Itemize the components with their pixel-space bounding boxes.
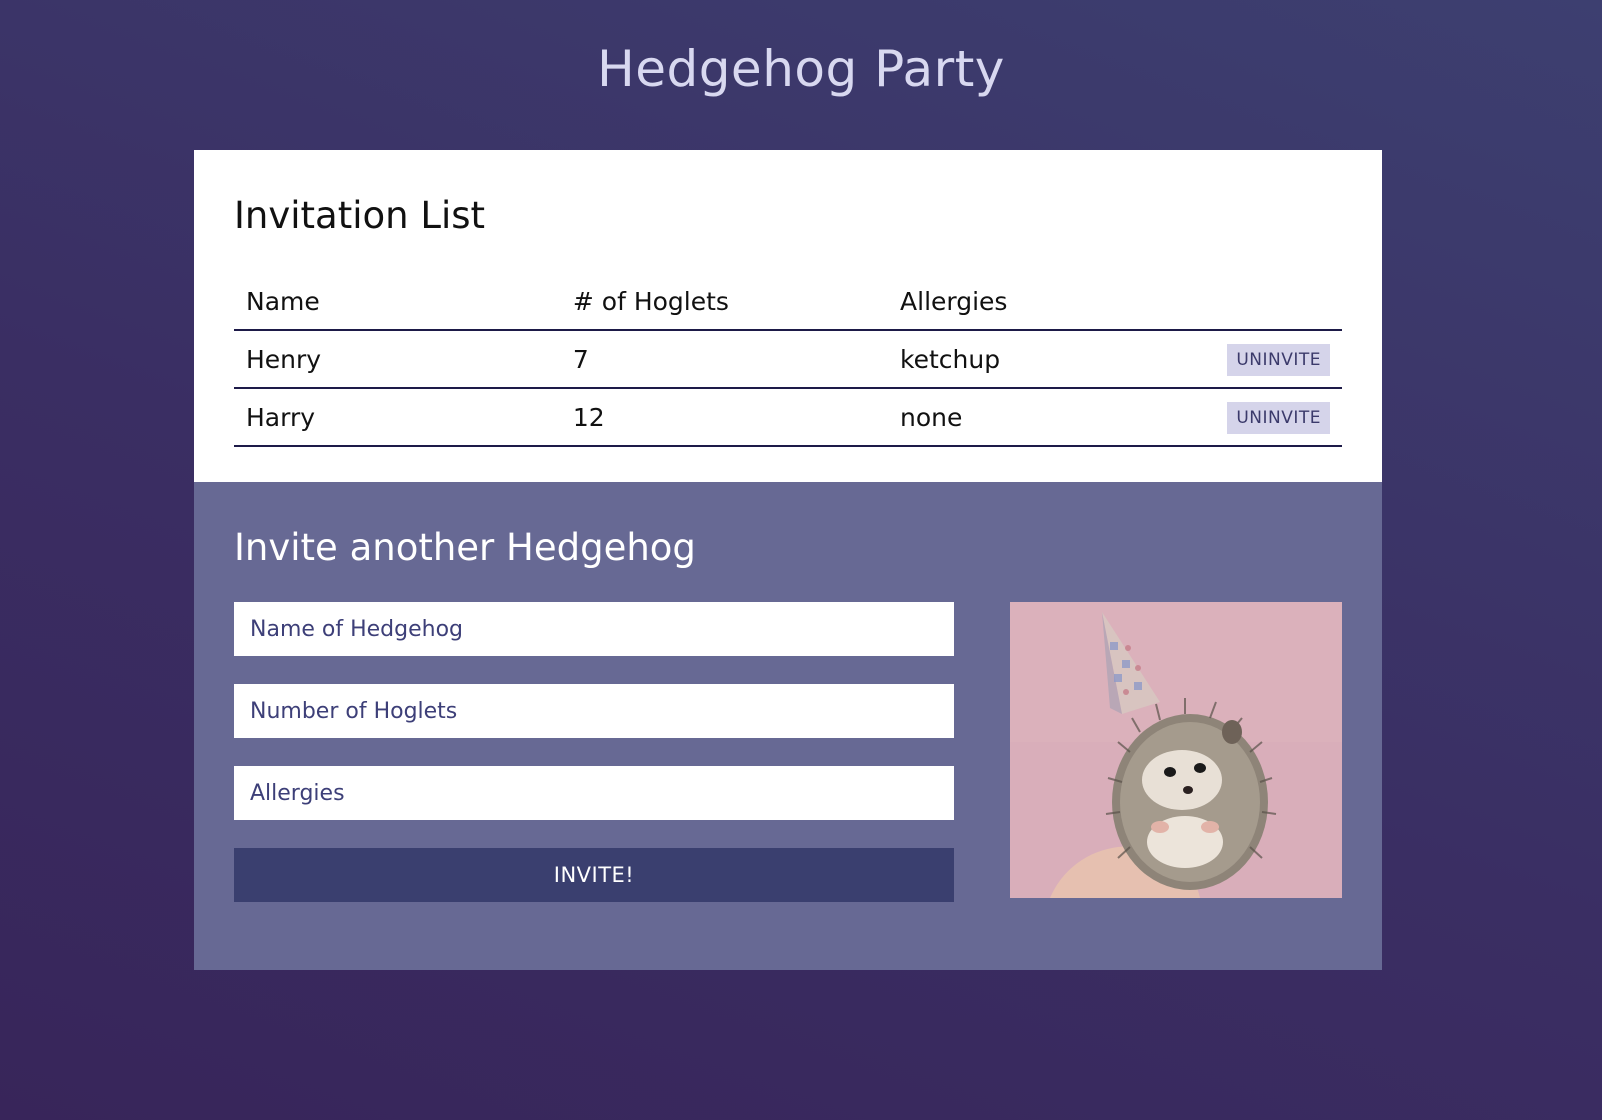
guest-name: Harry	[234, 388, 561, 447]
hedgehog-photo	[1010, 602, 1342, 898]
hoglets-count-input[interactable]	[234, 684, 954, 738]
invite-form-panel: Invite another Hedgehog INVITE!	[194, 482, 1382, 970]
guest-hoglets: 12	[560, 388, 889, 447]
uninvite-button[interactable]: UNINVITE	[1227, 402, 1330, 434]
invite-form-heading: Invite another Hedgehog	[234, 526, 696, 569]
invitation-table: Name # of Hoglets Allergies Henry 7 ketc…	[234, 273, 1342, 447]
table-row: Harry 12 none UNINVITE	[234, 388, 1342, 447]
invite-form: INVITE!	[234, 602, 954, 902]
invitation-list-heading: Invitation List	[234, 194, 486, 237]
page-title: Hedgehog Party	[597, 40, 1005, 98]
invite-button[interactable]: INVITE!	[234, 848, 954, 902]
allergies-input[interactable]	[234, 766, 954, 820]
table-row: Henry 7 ketchup UNINVITE	[234, 330, 1342, 389]
hedgehog-name-input[interactable]	[234, 602, 954, 656]
column-header-name: Name	[234, 273, 561, 331]
guest-allergies: ketchup	[888, 330, 1216, 389]
column-header-hoglets: # of Hoglets	[560, 273, 889, 331]
column-header-action	[1215, 273, 1342, 331]
guest-hoglets: 7	[560, 330, 889, 389]
guest-name: Henry	[234, 330, 561, 389]
guest-action-cell: UNINVITE	[1215, 330, 1342, 389]
guest-allergies: none	[888, 388, 1216, 447]
column-header-allergies: Allergies	[888, 273, 1216, 331]
table-header-row: Name # of Hoglets Allergies	[234, 273, 1342, 331]
invitation-list-panel: Invitation List Name # of Hoglets Allerg…	[194, 150, 1382, 482]
guest-action-cell: UNINVITE	[1215, 388, 1342, 447]
hedgehog-party-hat-icon	[1010, 602, 1342, 898]
uninvite-button[interactable]: UNINVITE	[1227, 344, 1330, 376]
